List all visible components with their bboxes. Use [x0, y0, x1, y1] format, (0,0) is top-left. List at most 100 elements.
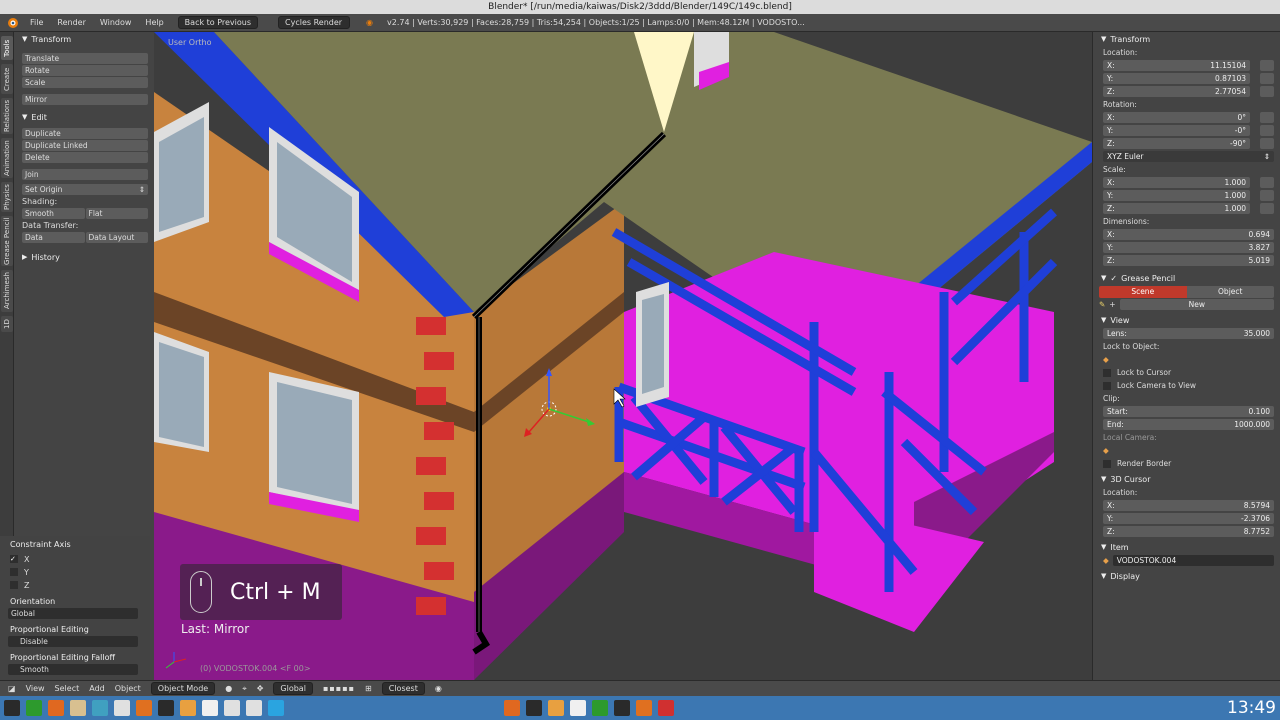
smooth-button[interactable]: Smooth [22, 208, 85, 219]
editor-type-icon[interactable]: ◪ [8, 684, 16, 693]
lock-icon[interactable] [1260, 60, 1274, 71]
manipulator-icon[interactable]: ✥ [257, 684, 264, 693]
camera-icon[interactable]: ◆ [1103, 446, 1109, 455]
pencil-icon[interactable]: ✎ [1099, 300, 1105, 309]
lock-icon[interactable] [1260, 86, 1274, 97]
task-folder-icon[interactable] [548, 700, 564, 716]
dimension-x-field[interactable]: X: 0.694 [1103, 229, 1274, 240]
pivot-icon[interactable]: ⌖ [242, 684, 247, 694]
item-header[interactable]: ▼ Item [1093, 540, 1280, 554]
menu-select[interactable]: Select [55, 684, 80, 693]
dimension-y-field[interactable]: Y: 3.827 [1103, 242, 1274, 253]
clock[interactable]: 13:49 [1227, 696, 1276, 720]
add-icon[interactable]: + [1109, 300, 1115, 309]
tab-create[interactable]: Create [1, 64, 13, 94]
task-window-icon[interactable] [504, 700, 520, 716]
grease-pencil-header[interactable]: ▼ ✓ Grease Pencil [1093, 271, 1280, 285]
render-icon[interactable]: ◉ [435, 684, 442, 693]
tab-grease-pencil[interactable]: Grease Pencil [1, 216, 13, 266]
tab-tools[interactable]: Tools [1, 36, 13, 60]
duplicate-button[interactable]: Duplicate [22, 128, 148, 139]
scale-button[interactable]: Scale [22, 77, 148, 88]
lock-icon[interactable] [1260, 138, 1274, 149]
lock-icon[interactable] [1260, 112, 1274, 123]
mode-select[interactable]: Object Mode [150, 682, 216, 695]
proportional-select[interactable]: Disable [8, 636, 138, 647]
shading-icon[interactable]: ● [225, 684, 232, 693]
document-icon[interactable] [202, 700, 218, 716]
menu-window[interactable]: Window [96, 18, 136, 27]
lens-field[interactable]: Lens: 35.000 [1103, 328, 1274, 339]
history-panel-header[interactable]: ▶ History [14, 250, 154, 264]
task-play-icon[interactable] [592, 700, 608, 716]
lock-to-cursor-checkbox[interactable]: Lock to Cursor [1093, 366, 1280, 379]
task-term-icon[interactable] [614, 700, 630, 716]
play-icon[interactable] [26, 700, 42, 716]
translate-button[interactable]: Translate [22, 53, 148, 64]
back-to-previous-button[interactable]: Back to Previous [177, 16, 259, 29]
orientation-select[interactable]: Global [273, 682, 313, 695]
display-header[interactable]: ▼ Display [1093, 569, 1280, 583]
layers-icon[interactable]: ▪▪▪▪▪ [323, 684, 355, 693]
join-button[interactable]: Join [22, 169, 148, 180]
menu-render[interactable]: Render [53, 18, 89, 27]
scale-y-field[interactable]: Y: 1.000 [1103, 190, 1250, 201]
menu-add[interactable]: Add [89, 684, 105, 693]
edit-panel-header[interactable]: ▼ Edit [14, 110, 154, 124]
axis-z-checkbox[interactable]: Z [0, 579, 150, 591]
lock-icon[interactable] [1260, 203, 1274, 214]
set-origin-select[interactable]: Set Origin ⇕ [22, 184, 148, 195]
menu-help[interactable]: Help [141, 18, 167, 27]
clip-start-field[interactable]: Start: 0.100 [1103, 406, 1274, 417]
cursor-x-field[interactable]: X: 8.5794 [1103, 500, 1274, 511]
scale-x-field[interactable]: X: 1.000 [1103, 177, 1250, 188]
render-engine-select[interactable]: Cycles Render [278, 16, 351, 29]
dimension-z-field[interactable]: Z: 5.019 [1103, 255, 1274, 266]
render-border-checkbox[interactable]: Render Border [1093, 457, 1280, 470]
tab-physics[interactable]: Physics [1, 182, 13, 212]
location-y-field[interactable]: Y: 0.87103 [1103, 73, 1250, 84]
scale-z-field[interactable]: Z: 1.000 [1103, 203, 1250, 214]
lock-icon[interactable] [1260, 73, 1274, 84]
cursor-y-field[interactable]: Y: -2.3706 [1103, 513, 1274, 524]
object-icon[interactable]: ◆ [1103, 355, 1109, 364]
task-record-icon[interactable] [658, 700, 674, 716]
task-blender-icon[interactable] [636, 700, 652, 716]
rotation-z-field[interactable]: Z: -90° [1103, 138, 1250, 149]
blender-task-icon[interactable] [136, 700, 152, 716]
lock-camera-checkbox[interactable]: Lock Camera to View [1093, 379, 1280, 392]
transform-header[interactable]: ▼ Transform [1093, 32, 1280, 46]
rotation-y-field[interactable]: Y: -0° [1103, 125, 1250, 136]
item-name-field[interactable]: VODOSTOK.004 [1112, 555, 1274, 566]
new-button[interactable]: New [1119, 299, 1274, 310]
snap-icon[interactable]: ⊞ [365, 684, 372, 693]
writer-icon[interactable] [224, 700, 240, 716]
editor-icon[interactable] [70, 700, 86, 716]
view-header[interactable]: ▼ View [1093, 313, 1280, 327]
falloff-select[interactable]: Smooth [8, 664, 138, 675]
tab-1d[interactable]: 1D [1, 316, 13, 332]
data-button[interactable]: Data [22, 232, 85, 243]
lock-icon[interactable] [1260, 177, 1274, 188]
blender-logo-icon[interactable] [6, 17, 20, 29]
tab-animation[interactable]: Animation [1, 138, 13, 178]
snap-target-select[interactable]: Closest [381, 682, 425, 695]
files-icon[interactable] [180, 700, 196, 716]
menu-file[interactable]: File [26, 18, 47, 27]
location-z-field[interactable]: Z: 2.77054 [1103, 86, 1250, 97]
transform-panel-header[interactable]: ▼ Transform [14, 32, 154, 46]
task-doc-icon[interactable] [570, 700, 586, 716]
start-icon[interactable] [4, 700, 20, 716]
location-x-field[interactable]: X: 11.15104 [1103, 60, 1250, 71]
data-layout-button[interactable]: Data Layout [85, 232, 148, 243]
lock-icon[interactable] [1260, 190, 1274, 201]
flat-button[interactable]: Flat [85, 208, 148, 219]
rotate-button[interactable]: Rotate [22, 65, 148, 76]
delete-button[interactable]: Delete [22, 152, 148, 163]
task-x-icon[interactable] [526, 700, 542, 716]
terminal-icon[interactable] [158, 700, 174, 716]
object-tab[interactable]: Object [1186, 285, 1274, 298]
rotation-mode-select[interactable]: XYZ Euler ⇕ [1103, 151, 1274, 162]
menu-view[interactable]: View [26, 684, 45, 693]
monitor-icon[interactable] [92, 700, 108, 716]
